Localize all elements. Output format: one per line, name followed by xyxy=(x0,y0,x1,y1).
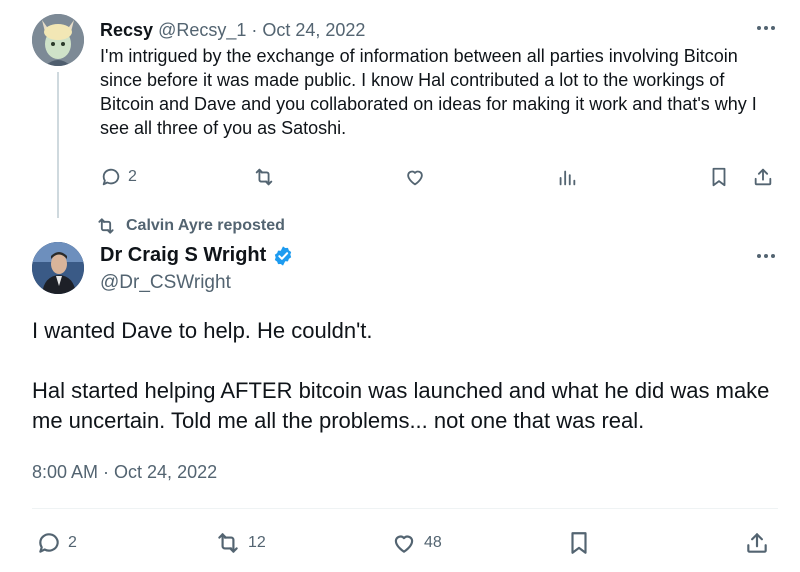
share-upload-icon xyxy=(754,168,772,186)
reply-bookmark-button[interactable] xyxy=(708,166,730,188)
retweet-icon xyxy=(218,533,238,553)
tweet-author-handle[interactable]: @Dr_CSWright xyxy=(100,272,231,294)
tweet-timestamp[interactable]: 8:00 AM · Oct 24, 2022 xyxy=(32,462,217,483)
tweet-bookmark-button[interactable] xyxy=(566,530,592,556)
reply-reply-button[interactable]: 2 xyxy=(100,166,137,188)
tweet-text: I wanted Dave to help. He couldn't. Hal … xyxy=(32,316,772,436)
reply-author-handle[interactable]: @Recsy_1 xyxy=(158,20,246,40)
reply-reply-count: 2 xyxy=(128,168,137,185)
bookmark-icon xyxy=(712,167,726,187)
tweet-paragraph-1: I wanted Dave to help. He couldn't. xyxy=(32,318,373,343)
avatar-image xyxy=(32,242,84,294)
reply-more-button[interactable] xyxy=(754,16,778,40)
tweet-more-button[interactable] xyxy=(754,244,778,268)
tweet-reply-button[interactable]: 2 xyxy=(36,530,77,556)
speech-bubble-icon xyxy=(102,168,120,186)
tweet-author-name[interactable]: Dr Craig S Wright xyxy=(100,244,266,267)
reply-date[interactable]: Oct 24, 2022 xyxy=(262,20,365,40)
speech-bubble-icon xyxy=(39,533,59,553)
bookmark-icon xyxy=(571,532,587,554)
share-upload-icon xyxy=(747,533,767,553)
tweet-author-avatar[interactable] xyxy=(32,242,84,294)
tweet-like-count: 48 xyxy=(424,534,442,551)
three-dots-icon xyxy=(757,254,761,258)
reply-like-button[interactable] xyxy=(404,166,426,188)
bar-chart-icon xyxy=(559,170,576,186)
tweet-repost-count: 12 xyxy=(248,534,266,551)
reply-header: Recsy @Recsy_1 · Oct 24, 2022 xyxy=(100,18,365,42)
reply-repost-button[interactable] xyxy=(252,166,276,188)
reply-author-avatar[interactable] xyxy=(32,14,84,66)
reply-views-button[interactable] xyxy=(556,166,578,188)
tweet-reply-count: 2 xyxy=(68,534,77,551)
heart-icon xyxy=(407,170,423,186)
tweet-like-button[interactable]: 48 xyxy=(390,530,442,556)
repost-note-text[interactable]: Calvin Ayre reposted xyxy=(126,217,285,235)
tweet-share-button[interactable] xyxy=(744,530,770,556)
heart-icon xyxy=(394,535,414,553)
avatar-image xyxy=(32,14,84,66)
reply-author-name[interactable]: Recsy xyxy=(100,20,153,40)
verified-badge-icon[interactable] xyxy=(272,245,294,267)
thread-connector-line xyxy=(57,72,59,218)
tweet-paragraph-2: Hal started helping AFTER bitcoin was la… xyxy=(32,378,770,433)
reply-text: I'm intrigued by the exchange of informa… xyxy=(100,46,757,138)
repost-indicator: Calvin Ayre reposted xyxy=(96,216,285,236)
reply-separator: · xyxy=(246,20,263,40)
tweet-author-name-row: Dr Craig S Wright xyxy=(100,244,294,267)
retweet-icon xyxy=(98,218,114,234)
three-dots-icon xyxy=(757,26,761,30)
reply-share-button[interactable] xyxy=(752,166,774,188)
retweet-icon xyxy=(255,168,273,186)
tweet-repost-button[interactable]: 12 xyxy=(214,530,266,556)
divider xyxy=(32,508,778,509)
